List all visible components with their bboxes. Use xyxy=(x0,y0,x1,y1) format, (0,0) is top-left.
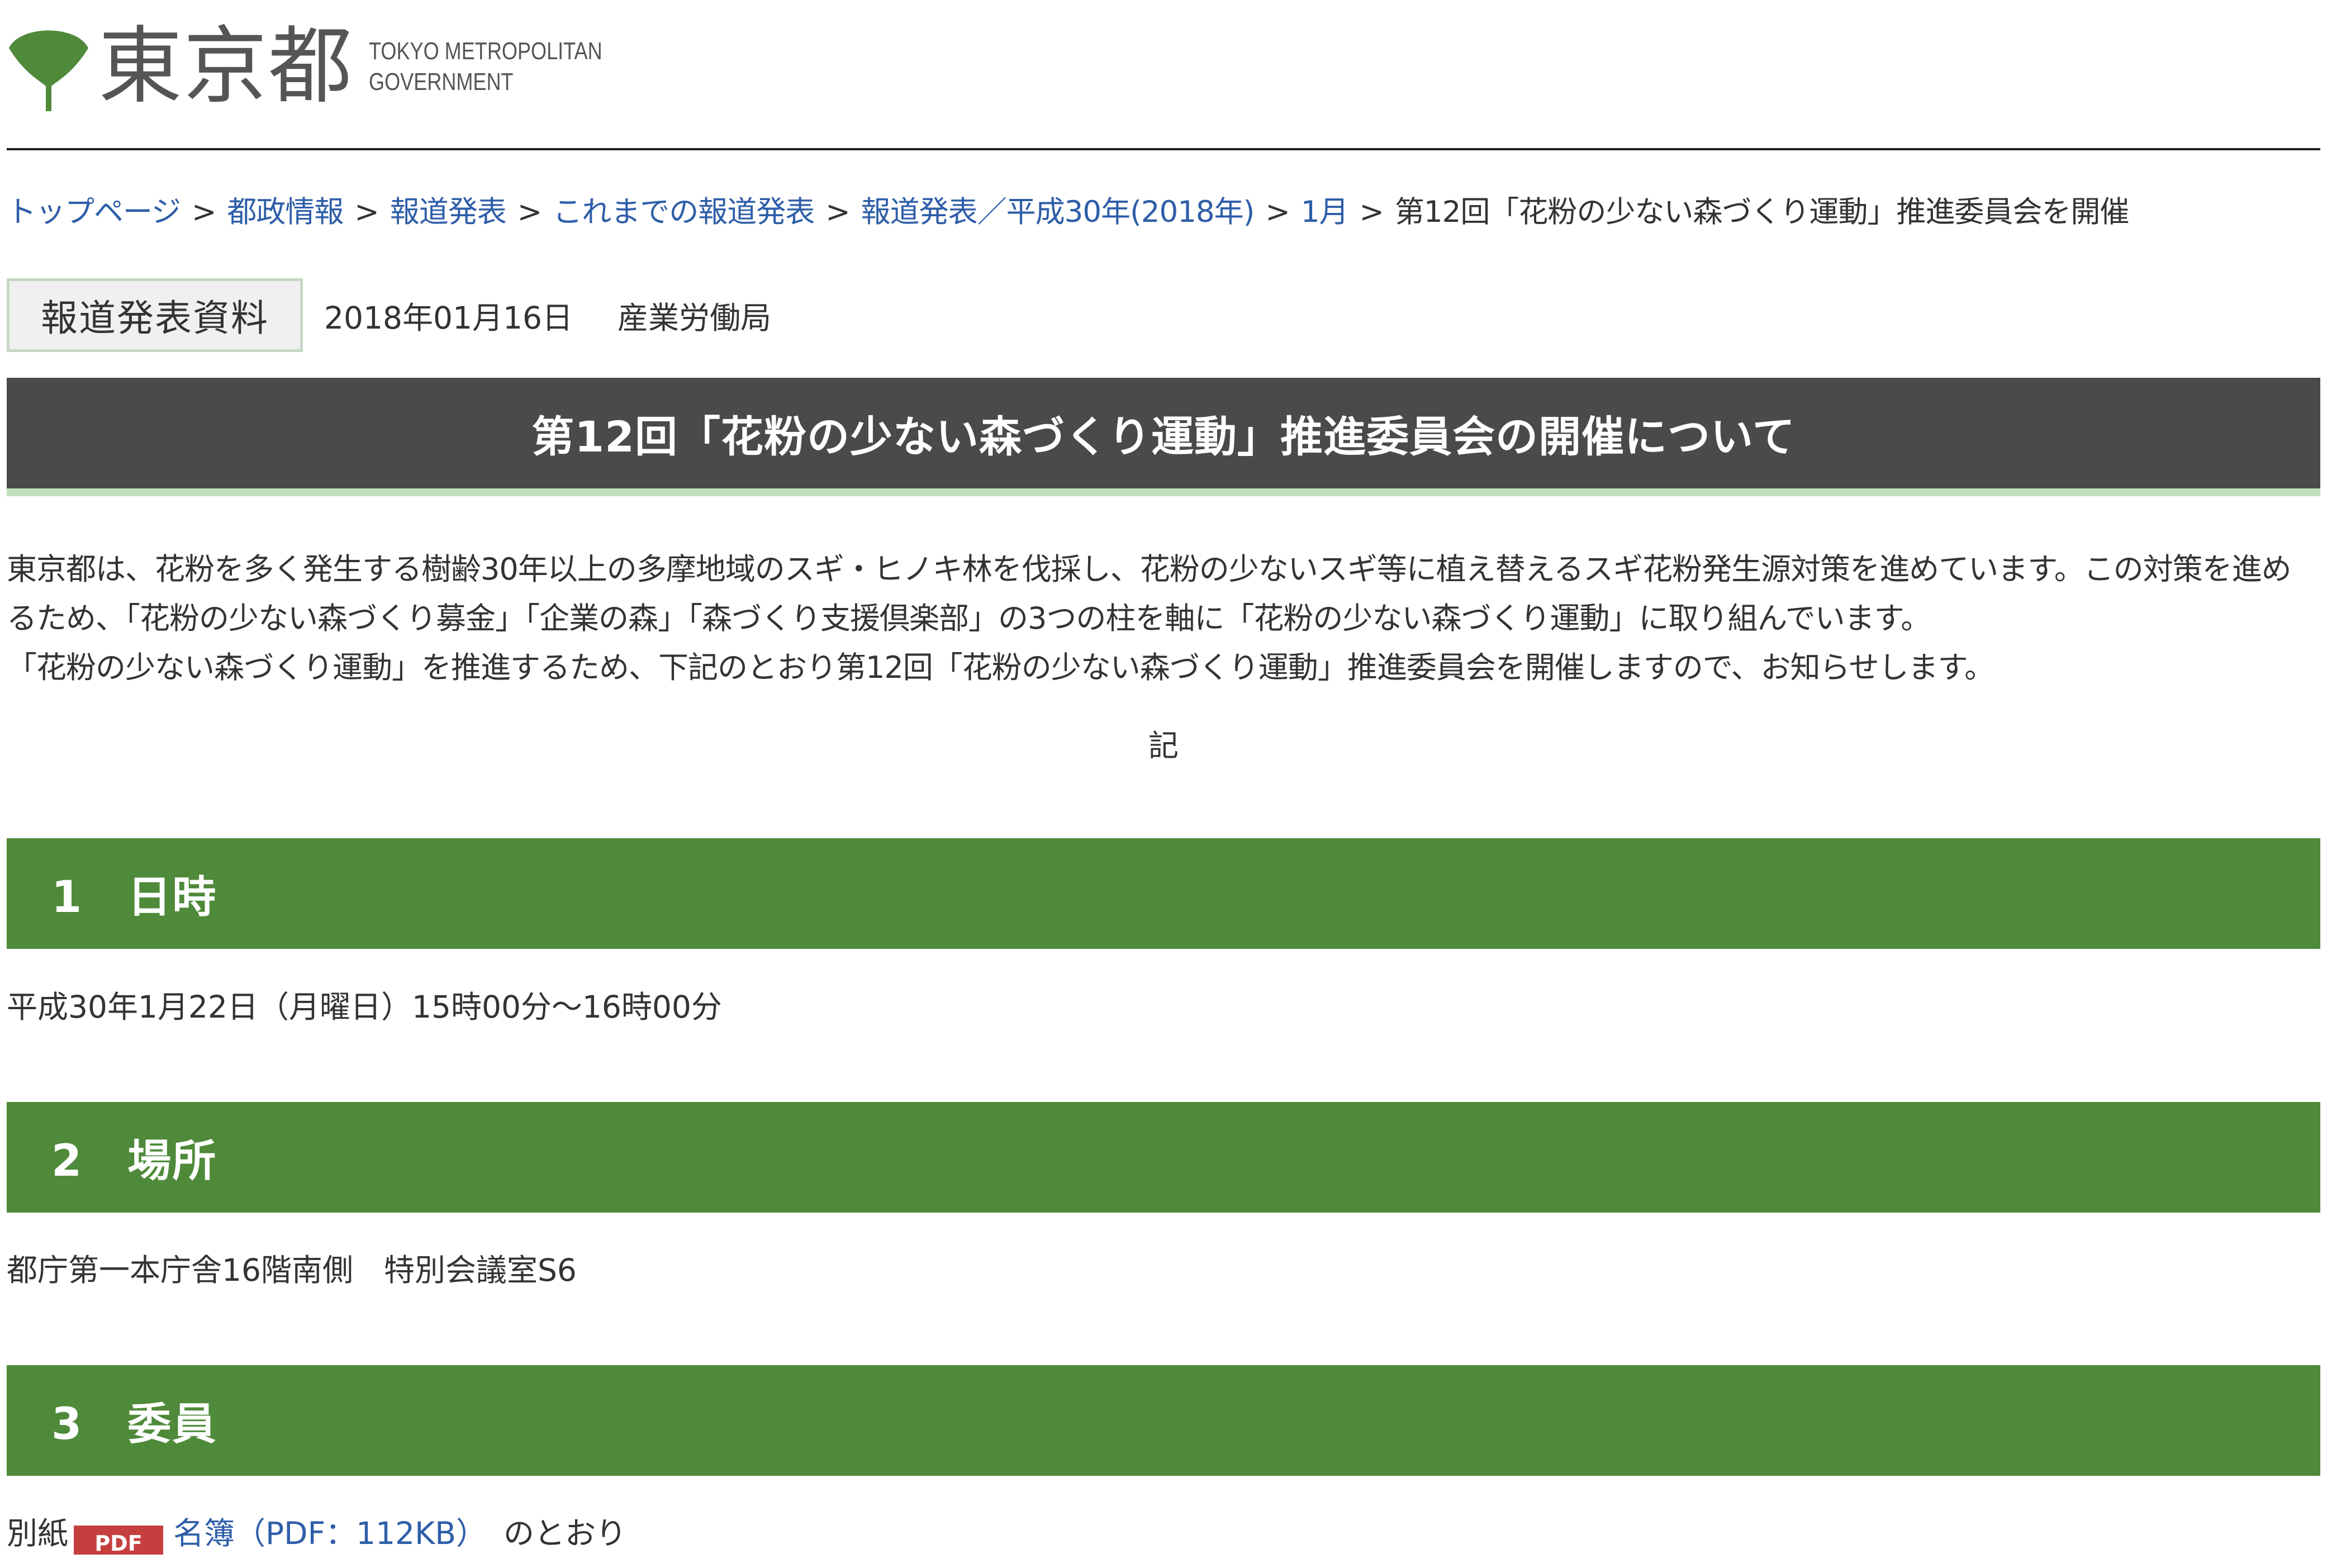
intro-paragraph-1: 東京都は、花粉を多く発生する樹齢30年以上の多摩地域のスギ・ヒノキ林を伐採し、花… xyxy=(7,552,2292,636)
breadcrumb: トップページ > 都政情報 > 報道発表 > これまでの報道発表 > 報道発表／平成30年(20… xyxy=(7,190,2129,235)
breadcrumb-item-2018[interactable]: 報道発表／平成30年(2018年) xyxy=(861,195,1255,229)
section-heading-text: 3 委員 xyxy=(51,1399,217,1450)
header-divider xyxy=(7,148,2320,150)
breadcrumb-item-past-releases[interactable]: これまでの報道発表 xyxy=(553,195,815,229)
member-list-pdf-link[interactable]: 名簿（PDF：112KB） xyxy=(173,1515,487,1551)
ginkgo-leaf-icon xyxy=(9,30,88,111)
breadcrumb-separator: > xyxy=(825,195,850,229)
logo-text: 東京都 xyxy=(98,18,354,115)
section-heading-members: 3 委員 xyxy=(7,1365,2320,1476)
breadcrumb-separator: > xyxy=(191,195,216,229)
ki-marker: 記 xyxy=(1148,728,1179,763)
intro-paragraph-2: 「花粉の少ない森づくり運動」を推進するため、下記のとおり第12回「花粉の少ない森… xyxy=(7,650,1994,685)
breadcrumb-item-government-info[interactable]: 都政情報 xyxy=(227,195,344,229)
section-body-datetime: 平成30年1月22日（月曜日）15時00分～16時00分 xyxy=(7,989,722,1025)
section-heading-location: 2 場所 xyxy=(7,1102,2320,1213)
logo-subtitle: TOKYO METROPOLITAN GOVERNMENT xyxy=(369,36,602,97)
release-date: 2018年01月16日 xyxy=(324,300,573,336)
section-heading-text: 2 場所 xyxy=(51,1136,217,1186)
section-heading-datetime: 1 日時 xyxy=(7,838,2320,949)
logo-subtitle-line1: TOKYO METROPOLITAN xyxy=(369,37,602,65)
breadcrumb-item-press-release[interactable]: 報道発表 xyxy=(390,195,507,229)
site-header: 東京都 TOKYO METROPOLITAN GOVERNMENT xyxy=(7,13,653,120)
press-release-badge: 報道発表資料 xyxy=(7,278,303,352)
breadcrumb-item-top[interactable]: トップページ xyxy=(7,195,181,229)
breadcrumb-separator: > xyxy=(354,195,379,229)
breadcrumb-separator: > xyxy=(1265,195,1290,229)
section-body-location: 都庁第一本庁舎16階南側 特別会議室S6 xyxy=(7,1252,577,1288)
release-meta: 報道発表資料 2018年01月16日 産業労働局 xyxy=(7,278,771,352)
pdf-icon: PDF xyxy=(74,1522,164,1556)
page-title: 第12回「花粉の少ない森づくり運動」推進委員会の開催について xyxy=(531,412,1796,462)
breadcrumb-separator: > xyxy=(1359,195,1384,229)
members-prefix: 別紙 xyxy=(7,1515,69,1551)
members-suffix: のとおり xyxy=(503,1515,626,1551)
section-body-members: 別紙 PDF 名簿（PDF：112KB） のとおり xyxy=(7,1511,626,1556)
page: 東京都 TOKYO METROPOLITAN GOVERNMENT トップページ… xyxy=(0,0,2327,1568)
section-heading-text: 1 日時 xyxy=(51,872,217,923)
breadcrumb-item-january[interactable]: 1月 xyxy=(1301,195,1349,229)
breadcrumb-current: 第12回「花粉の少ない森づくり運動」推進委員会を開催 xyxy=(1394,195,2129,229)
intro-text: 東京都は、花粉を多く発生する樹齢30年以上の多摩地域のスギ・ヒノキ林を伐採し、花… xyxy=(7,545,2320,692)
release-department: 産業労働局 xyxy=(617,300,771,336)
page-title-bar: 第12回「花粉の少ない森づくり運動」推進委員会の開催について xyxy=(7,378,2320,496)
breadcrumb-separator: > xyxy=(517,195,542,229)
logo-subtitle-line2: GOVERNMENT xyxy=(369,68,514,96)
